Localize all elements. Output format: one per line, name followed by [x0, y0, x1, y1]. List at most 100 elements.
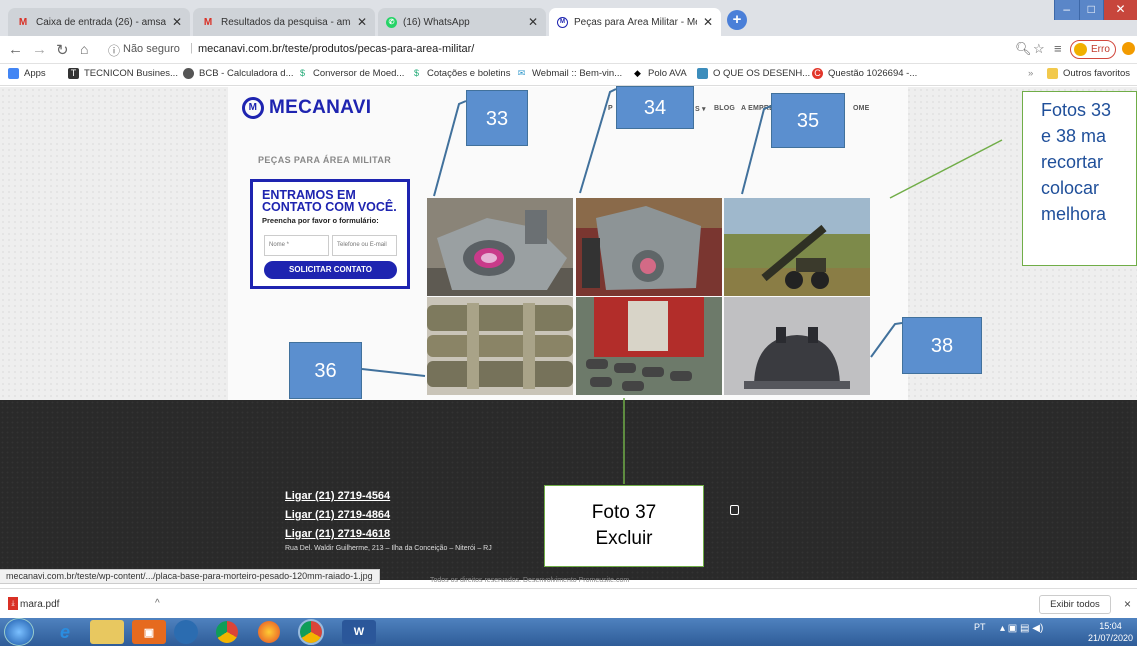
bookmark-conversor[interactable]: $ Conversor de Moed...: [297, 68, 404, 79]
bookmark-other[interactable]: Outros favoritos: [1047, 68, 1130, 79]
bookmark-label: Outros favoritos: [1063, 68, 1131, 79]
menu-item-blog[interactable]: BLOG: [714, 105, 735, 112]
currency-icon: $: [413, 68, 419, 78]
bookmarks-bar: Apps T TECNICON Busines... BCB - Calculad…: [0, 64, 1137, 86]
clock-time: 15:04: [1099, 621, 1122, 631]
bookmark-tecnicon[interactable]: T TECNICON Busines...: [68, 68, 178, 79]
forward-icon[interactable]: →: [32, 41, 47, 58]
star-icon[interactable]: ☆: [1033, 41, 1045, 57]
callout-33: 33: [466, 90, 528, 146]
note-line: Fotos 33: [1041, 100, 1112, 120]
bookmark-webmail[interactable]: ✉ Webmail :: Bem-vin...: [516, 68, 622, 79]
currency-icon: $: [299, 68, 305, 78]
tray-icons[interactable]: ▴ ▣ ▤ ◀): [1000, 623, 1043, 634]
folder-icon: [1047, 68, 1058, 79]
menu-item[interactable]: P: [608, 105, 613, 112]
show-all-button[interactable]: Exibir todos: [1039, 595, 1111, 614]
tab-whatsapp[interactable]: ✆ (16) WhatsApp ✕: [378, 8, 546, 36]
close-icon[interactable]: ✕: [528, 15, 538, 29]
menu-item[interactable]: S ▾: [695, 105, 706, 113]
maximize-icon[interactable]: □: [1078, 0, 1104, 20]
tab-gmail-search[interactable]: M Resultados da pesquisa - amsilv ✕: [193, 8, 375, 36]
bookmark-polo-ava[interactable]: ◆ Polo AVA: [632, 68, 687, 79]
product-photo-35[interactable]: [724, 198, 870, 296]
callout-36: 36: [289, 342, 362, 399]
tab-mecanavi[interactable]: M Peças para Área Militar - Mecan ✕: [549, 8, 721, 36]
clock[interactable]: 15:04 21/07/2020: [1088, 620, 1133, 644]
tab-gmail-inbox[interactable]: M Caixa de entrada (26) - amsasse ✕: [8, 8, 190, 36]
tab-title: Peças para Área Militar - Mecan: [574, 16, 697, 28]
bookmark-apps[interactable]: Apps: [8, 68, 46, 79]
note-line: colocar: [1041, 178, 1100, 198]
minimize-icon[interactable]: –: [1054, 0, 1079, 20]
zoom-icon[interactable]: 🔍︎: [1015, 41, 1032, 57]
note-line: melhora: [1041, 204, 1107, 224]
bookmark-cotacoes[interactable]: $ Cotações e boletins: [411, 68, 510, 79]
download-item[interactable]: mara.pdf: [20, 599, 59, 610]
bookmark-label: Webmail :: Bem-vin...: [532, 68, 623, 79]
tray-lang[interactable]: PT: [974, 622, 986, 632]
start-button[interactable]: [4, 618, 34, 646]
note-line: Foto 37: [591, 502, 657, 523]
word-icon[interactable]: W: [342, 620, 376, 644]
close-icon[interactable]: ✕: [172, 15, 182, 29]
home-icon[interactable]: ⌂: [80, 41, 88, 57]
profile-label: Erro: [1091, 44, 1110, 55]
close-icon[interactable]: ×: [1124, 597, 1131, 611]
social-icon[interactable]: [730, 505, 739, 515]
product-photo-34[interactable]: [576, 198, 722, 296]
profile-error-button[interactable]: Erro: [1070, 40, 1116, 59]
product-photo-37[interactable]: [576, 297, 722, 395]
bookmark-desenh[interactable]: O QUE OS DESENH...: [697, 68, 810, 79]
explorer-icon[interactable]: [90, 620, 124, 644]
phone-link-3[interactable]: Ligar (21) 2719-4618: [285, 528, 390, 540]
phone-link-1[interactable]: Ligar (21) 2719-4564: [285, 490, 390, 502]
gmail-icon: M: [203, 16, 213, 28]
reload-icon[interactable]: ↻: [56, 41, 69, 59]
status-url: mecanavi.com.br/teste/wp-content/.../pla…: [0, 569, 380, 584]
url-input[interactable]: mecanavi.com.br/teste/produtos/pecas-par…: [198, 43, 474, 55]
new-tab-button[interactable]: +: [727, 10, 747, 30]
name-input[interactable]: Nome *: [264, 235, 329, 256]
callout-35: 35: [771, 93, 845, 148]
bookmark-label: O QUE OS DESENH...: [713, 68, 811, 79]
close-icon[interactable]: ✕: [703, 15, 713, 29]
bookmark-bcb[interactable]: BCB - Calculadora d...: [183, 68, 294, 79]
bookmark-label: TECNICON Busines...: [84, 68, 178, 79]
back-icon[interactable]: ←: [8, 41, 23, 58]
firefox-icon[interactable]: [258, 621, 280, 643]
site-logo[interactable]: M MECANAVI: [242, 97, 371, 119]
bookmark-questao[interactable]: C Questão 1026694 -...: [812, 68, 917, 79]
pdf-icon: ⤓: [8, 597, 18, 610]
page-title: PEÇAS PARA ÁREA MILITAR: [258, 155, 392, 165]
apps-icon: [8, 68, 19, 79]
footer-rights: Todos os direitos reservados. Desenvolvi…: [430, 577, 630, 584]
reading-list-icon[interactable]: ≡: [1054, 41, 1062, 56]
more-bookmarks-icon[interactable]: »: [1028, 68, 1033, 79]
tab-title: (16) WhatsApp: [403, 16, 470, 28]
phone-link-2[interactable]: Ligar (21) 2719-4864: [285, 509, 390, 521]
close-window-icon[interactable]: ✕: [1103, 0, 1137, 20]
menu-item[interactable]: OME: [853, 105, 870, 112]
product-photo-33[interactable]: [427, 198, 573, 296]
network-icon[interactable]: [174, 620, 198, 644]
chevron-up-icon[interactable]: ^: [155, 598, 160, 609]
chrome-icon[interactable]: [216, 621, 238, 643]
form-heading: ENTRAMOS EM CONTATO COM VOCÊ.: [262, 188, 397, 214]
chrome-active-icon[interactable]: [298, 619, 324, 645]
info-icon[interactable]: ⓘ: [108, 42, 120, 59]
avatar: [1074, 43, 1087, 56]
webmail-icon: ✉: [517, 68, 526, 78]
request-contact-button[interactable]: SOLICITAR CONTATO: [264, 261, 397, 279]
update-menu-icon[interactable]: [1122, 42, 1135, 55]
contact-input[interactable]: Telefone ou E-mail: [332, 235, 397, 256]
ie-icon[interactable]: e: [48, 620, 82, 644]
media-player-icon[interactable]: ▣: [132, 620, 166, 644]
product-photo-36[interactable]: [427, 297, 573, 395]
tecnicon-icon: T: [68, 68, 79, 79]
note-foto-37: Foto 37 Excluir: [544, 485, 704, 567]
note-line: e 38 ma: [1041, 126, 1107, 146]
product-photo-38[interactable]: [724, 297, 870, 395]
bookmark-label: Conversor de Moed...: [313, 68, 405, 79]
close-icon[interactable]: ✕: [357, 15, 367, 29]
